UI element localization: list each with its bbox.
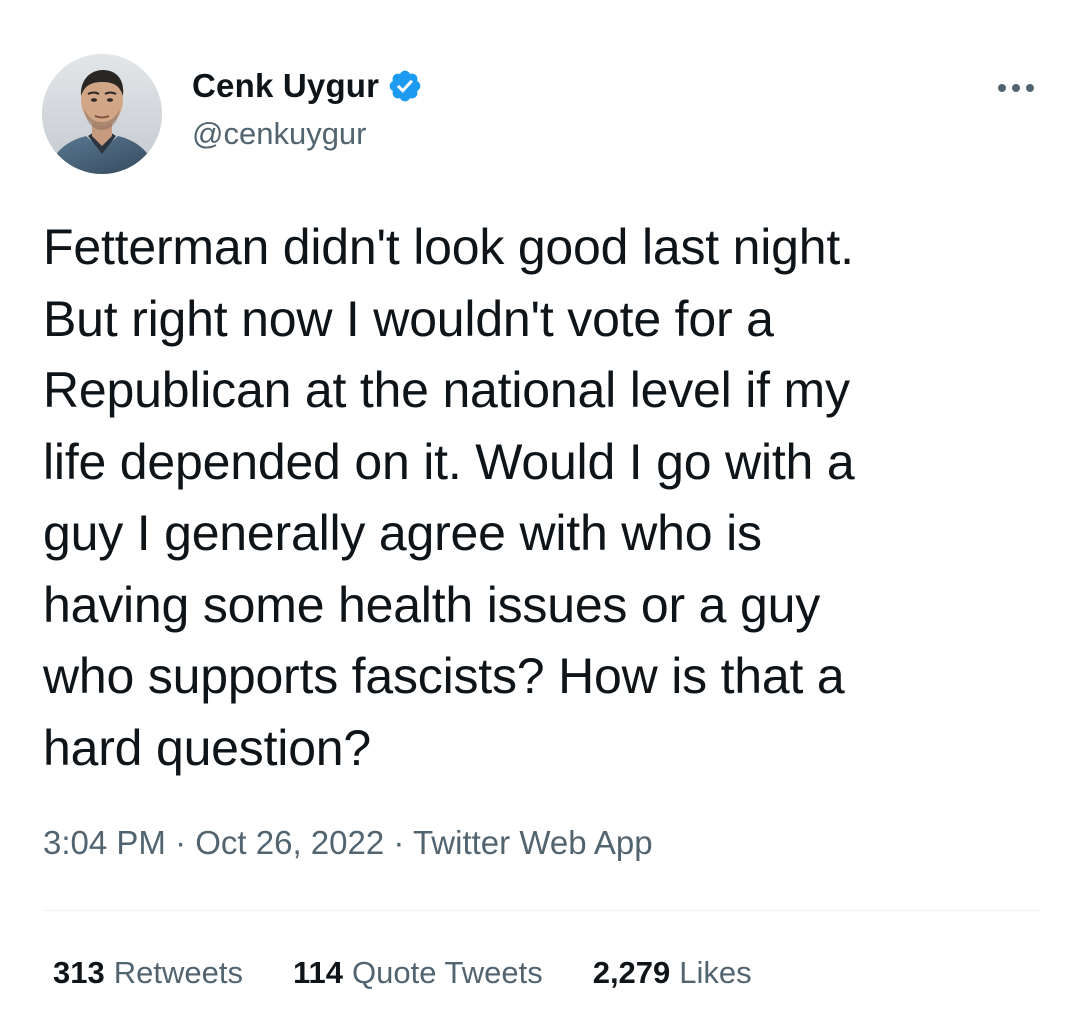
quote-tweets-stat[interactable]: 114 Quote Tweets	[293, 955, 543, 991]
retweets-stat[interactable]: 313 Retweets	[53, 955, 243, 991]
quote-tweets-count: 114	[292, 955, 343, 990]
divider	[43, 910, 1040, 911]
tweet-card: Cenk Uygur @cenkuygur Fetterman didn't l…	[0, 0, 1080, 1035]
tweet-stats: 313 Retweets 114 Quote Tweets 2,279 Like…	[53, 955, 752, 991]
tweet-time[interactable]: 3:04 PM	[43, 824, 166, 861]
author-name-row: Cenk Uygur	[192, 66, 423, 106]
likes-count: 2,279	[592, 955, 671, 990]
meta-separator: ·	[393, 824, 405, 861]
tweet-meta: 3:04 PM · Oct 26, 2022 · Twitter Web App	[43, 824, 653, 862]
profile-photo	[42, 54, 162, 174]
tweet-date[interactable]: Oct 26, 2022	[195, 824, 384, 861]
tweet-text: Fetterman didn't look good last night. B…	[43, 219, 855, 776]
author-display-name[interactable]: Cenk Uygur	[192, 67, 379, 105]
retweets-label: Retweets	[113, 955, 243, 990]
author-handle[interactable]: @cenkuygur	[192, 116, 367, 152]
meta-separator: ·	[175, 824, 187, 861]
more-options-button[interactable]	[996, 68, 1036, 108]
likes-stat[interactable]: 2,279 Likes	[593, 955, 752, 991]
more-horizontal-icon	[998, 84, 1034, 92]
quote-tweets-label: Quote Tweets	[351, 955, 543, 990]
avatar[interactable]	[42, 54, 162, 174]
tweet-source[interactable]: Twitter Web App	[413, 824, 653, 861]
likes-label: Likes	[679, 955, 752, 990]
verified-badge-icon	[387, 68, 423, 104]
retweets-count: 313	[53, 955, 105, 990]
